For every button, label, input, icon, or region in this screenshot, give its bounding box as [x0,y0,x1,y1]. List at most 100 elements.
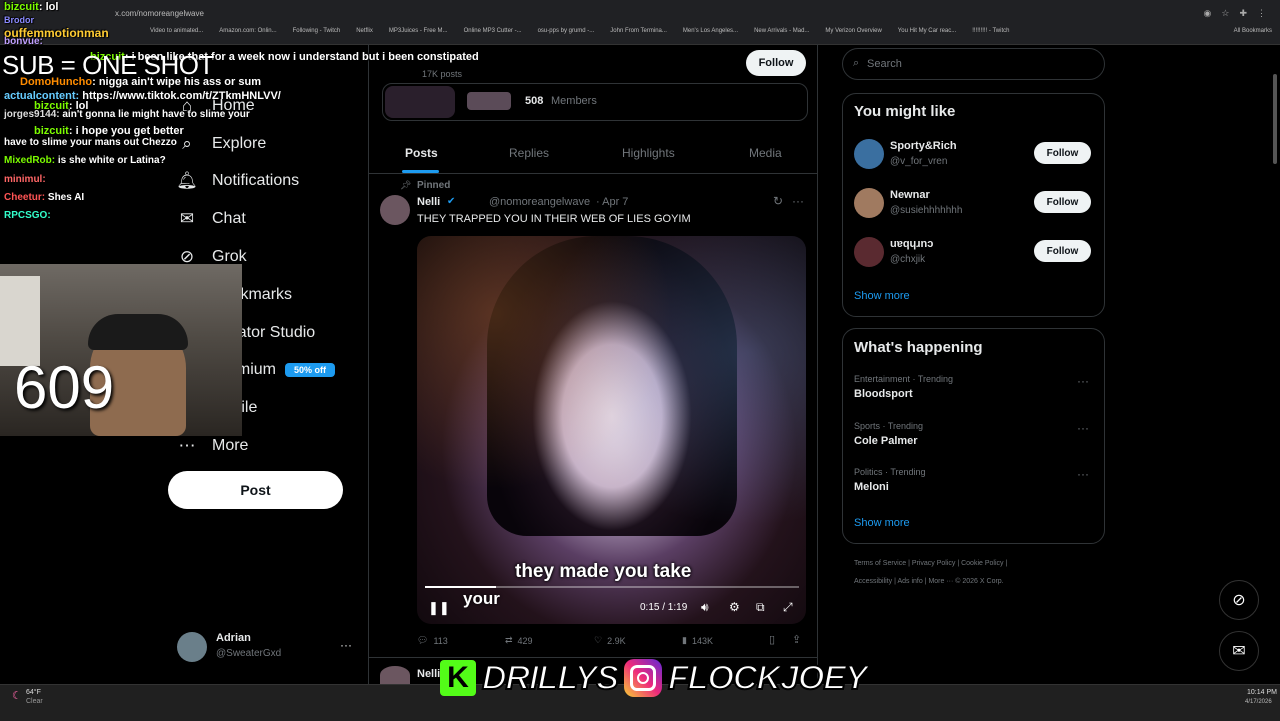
share-icon[interactable]: ⇪ [792,633,801,646]
suggestion-name[interactable]: Newnar [890,189,930,201]
tab-replies[interactable]: Replies [509,146,549,160]
like-action[interactable]: ♡ 2.9K [594,635,626,646]
pause-icon[interactable]: ❚❚ [428,600,450,616]
tweet-author-handle[interactable]: @nomoreangelwave [489,196,590,208]
trend-name[interactable]: Bloodsport [854,388,913,400]
repost-action[interactable]: ⇄ 429 [505,635,533,646]
trend-more-icon[interactable]: ··· [1077,374,1089,388]
fullscreen-icon[interactable]: ⤢ [783,600,793,615]
suggestion-handle: @v_for_vren [890,156,948,167]
account-handle: @SweaterGxd [216,648,282,659]
scrollbar-thumb[interactable] [1273,74,1277,164]
video-caption: they made you take [515,561,692,582]
trend-category: Entertainment · Trending [854,374,954,384]
bookmark-item[interactable]: My Verizon Overview [825,28,881,40]
more-circle-icon: ⋯ [178,436,196,455]
suggestion-follow-button[interactable]: Follow [1034,191,1091,213]
show-more-link[interactable]: Show more [854,290,910,302]
bookmark-item[interactable]: !!!!!!!!! - Twitch [972,28,1009,40]
nav-more[interactable]: ⋯ More [176,435,249,457]
trend-category: Sports · Trending [854,421,924,431]
chat-text: is she white or Latina? [55,155,166,166]
trend-more-icon[interactable]: ··· [1077,467,1089,481]
weather-icon[interactable]: ☾ [12,689,22,702]
bookmark-item[interactable]: Men's Los Angeles... [683,28,738,40]
post-button[interactable]: Post [168,471,343,509]
stream-counter: 609 [14,354,115,421]
account-avatar[interactable] [177,632,207,662]
instagram-logo-icon [623,659,662,697]
chat-user: jorges9144: [4,109,60,120]
suggestion-avatar[interactable] [854,237,884,267]
clock-date[interactable]: 4/17/2026 [1245,699,1272,705]
search-placeholder: Search [867,58,902,70]
suggestion-name[interactable]: uɐqɥɹnɔ [890,238,933,250]
trend-name[interactable]: Meloni [854,481,889,493]
chat-user: Cheetur: [4,192,46,203]
chat-text: Shes AI [45,192,85,203]
search-box[interactable]: ⌕ Search [842,48,1105,80]
social-banner: K DRILLYS FLOCKJOEY [440,654,869,702]
bookmark-item[interactable]: John From Termina... [610,28,667,40]
puzzle-icon[interactable]: ✚ [1239,8,1247,19]
heart-icon: ♡ [594,635,603,645]
suggestion-avatar[interactable] [854,188,884,218]
search-icon: ⌕ [853,57,860,69]
trend-more-icon[interactable]: ··· [1077,421,1089,435]
trend-name[interactable]: Cole Palmer [854,435,918,447]
follow-button[interactable]: Follow [746,50,806,76]
next-tweet-avatar[interactable] [380,666,410,684]
reply-action[interactable]: 💬︎ 113 [417,635,448,646]
messages-fab-icon[interactable]: ✉ [1219,631,1259,671]
repost-icon: ⇄ [505,635,513,645]
menu-icon[interactable]: ⋮ [1257,8,1266,19]
grok-fab-icon[interactable]: ⊘ [1219,580,1259,620]
show-more-trends-link[interactable]: Show more [854,517,910,529]
chat-user: bizcuit [4,1,39,13]
reply-icon: 💬︎ [417,635,429,645]
suggestion-avatar[interactable] [854,139,884,169]
views-action[interactable]: ▮ 143K [682,635,713,646]
settings-gear-icon[interactable]: ⚙ [729,600,740,614]
bookmark-item[interactable]: osu-pps by grumd -... [538,28,595,40]
views-count: 143K [691,635,713,646]
footer-links[interactable]: Terms of Service | Privacy Policy | Cook… [854,560,1007,567]
premium-discount-badge: 50% off [285,363,335,377]
chat-user: bizcuit [34,125,69,137]
you-might-like-title: You might like [854,103,956,120]
members-label: Members [551,95,597,107]
chat-message: RPCSGO: [4,210,51,221]
clock-time[interactable]: 10:14 PM [1247,689,1277,696]
nav-more-label: More [212,437,249,454]
tab-media[interactable]: Media [749,146,782,160]
suggestion-follow-button[interactable]: Follow [1034,142,1091,164]
browser-tool-icons: ◉ ☆ ✚ ⋮ [1204,8,1266,19]
suggestion-follow-button[interactable]: Follow [1034,240,1091,262]
chat-message: MixedRob: is she white or Latina? [4,155,166,166]
bookmark-item[interactable]: New Arrivals - Mad... [754,28,809,40]
kick-logo-icon: K [440,660,476,696]
bookmark-item[interactable]: You Hit My Car reac... [898,28,956,40]
star-icon[interactable]: ☆ [1221,8,1229,19]
kick-handle: DRILLYS [481,658,620,698]
bookmark-action-icon[interactable]: ▯ [769,633,775,646]
all-bookmarks[interactable]: All Bookmarks [1234,28,1272,34]
account-more-icon[interactable]: ··· [340,638,352,652]
tab-highlights[interactable]: Highlights [622,146,675,160]
next-tweet-author[interactable]: Nelli [417,668,440,680]
footer-links-2[interactable]: Accessibility | Ads info | More ··· © 20… [854,578,1004,585]
extension-icon[interactable]: ◉ [1204,8,1212,19]
stream-chat-overlay: bizcuit: lol Brodor ouffemmotionman bonv… [0,0,500,230]
tweet-more-icon[interactable]: ··· [792,194,804,208]
chat-text: : i hope you get better [68,125,184,137]
suggestion-name[interactable]: Sporty&Rich [890,140,957,152]
chat-message: bizcuit: i hope you get better [34,125,184,137]
suggestion-handle: @susiehhhhhhh [890,205,963,216]
volume-icon[interactable]: 🔊︎ [701,600,709,615]
chat-user: Brodor [4,15,34,25]
chat-text: : lol [38,1,59,13]
tweet-date[interactable]: · Apr 7 [596,196,628,208]
chat-text: have to slime your mans out Chezzo [4,137,177,148]
pip-icon[interactable]: ⧉ [756,600,765,615]
grok-explain-icon[interactable]: ↻ [773,194,783,208]
